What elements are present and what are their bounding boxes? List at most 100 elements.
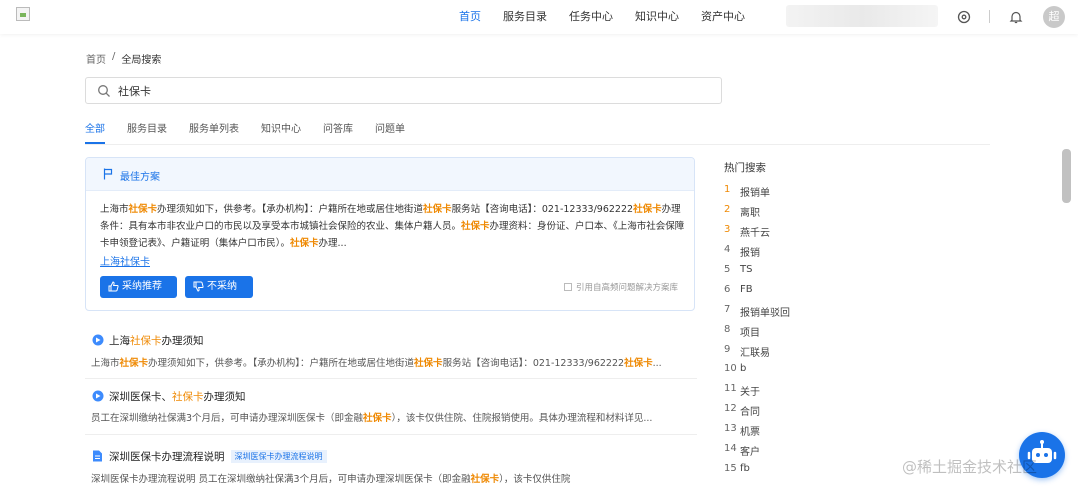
result-description: 员工在深圳缴纳社保满3个月后，可申请办理深圳医保卡（即金融社保卡），该卡仅供住院… [91, 410, 691, 424]
category-tag: 深圳医保卡办理流程说明 [230, 450, 327, 463]
best-answer-text: 上海市社保卡办理须知如下，供参考。【承办机构】：户籍所在地或居住地街道社保卡服务… [100, 201, 685, 252]
text-run: 办理... [318, 238, 347, 249]
hot-search-item[interactable]: 10 b [724, 363, 984, 383]
best-answer-link-prefix: 上海 [100, 257, 120, 268]
hot-search-rank: 9 [724, 343, 731, 355]
search-input[interactable] [118, 83, 678, 99]
text-run: 办理须知如下，供参考。【承办机构】：户籍所在地或居住地街道 [157, 204, 424, 215]
top-navbar: 首页 服务目录 任务中心 知识中心 资产中心 超 [0, 0, 1078, 34]
keyword-highlight: 社保卡 [423, 204, 452, 215]
text-run: ），该卡仅供住院 [499, 474, 571, 485]
tab-all[interactable]: 全部 [85, 122, 105, 144]
hot-search-rank: 2 [724, 203, 731, 215]
hot-search-rank: 8 [724, 323, 731, 335]
hot-search-item[interactable]: 13 机票 [724, 423, 984, 443]
keyword-highlight: 社保卡 [119, 358, 149, 369]
hot-search-item[interactable]: 8 项目 [724, 324, 984, 344]
hot-search-label: TS [740, 263, 753, 275]
hot-search-rank: 12 [724, 403, 737, 415]
text-run: 员工在深圳缴纳社保满3个月后，可申请办理深圳医保卡（即金融 [91, 413, 364, 424]
text-run: 服务站【咨询电话】：021-12333/962222 [451, 204, 634, 215]
breadcrumb-home[interactable]: 首页 [86, 51, 106, 66]
keyword-highlight: 社保卡 [624, 358, 653, 369]
nav-item-knowledge-center[interactable]: 知识中心 [624, 0, 690, 34]
nav-item-task-center[interactable]: 任务中心 [558, 0, 624, 34]
nav-item-service-catalog[interactable]: 服务目录 [492, 0, 558, 34]
result-title-text: 深圳医保卡办理流程说明 [109, 451, 225, 463]
blurred-region [786, 5, 938, 27]
result-item[interactable]: 上海社保卡办理须知 上海市社保卡办理须知如下，供参考。【承办机构】：户籍所在地或… [85, 326, 697, 379]
hot-search-panel: 热门搜索 1 报销单 2 离职 3 燕千云 4 报销 5 TS 6 FB 7 报销单驳回 8 项目 9 汇联易 10… [724, 160, 984, 483]
avatar[interactable]: 超 [1043, 6, 1065, 28]
hot-search-item[interactable]: 9 汇联易 [724, 344, 984, 364]
breadcrumb-separator: / [112, 51, 116, 62]
hot-search-item[interactable]: 4 报销 [724, 244, 984, 264]
hot-search-item[interactable]: 7 报销单驳回 [724, 304, 984, 324]
hot-search-item[interactable]: 2 离职 [724, 204, 984, 224]
hot-search-item[interactable]: 6 FB [724, 284, 984, 304]
hot-search-label: 报销单 [740, 188, 770, 199]
keyword-highlight: 社保卡 [290, 238, 319, 249]
reject-button[interactable]: 不采纳 [185, 276, 253, 298]
citation-note: 引用自高频问题解决方案库 [564, 281, 678, 293]
document-icon [93, 450, 102, 462]
hot-search-item[interactable]: 12 合同 [724, 403, 984, 423]
keyword-highlight: 社保卡 [128, 204, 158, 215]
result-description: 深圳医保卡办理流程说明 员工在深圳缴纳社保满3个月后，可申请办理深圳医保卡（即金… [91, 471, 691, 485]
text-run: 办理须知如下，供参考。【承办机构】：户籍所在地或居住地街道 [148, 358, 415, 369]
tab-service-catalog[interactable]: 服务目录 [127, 122, 167, 144]
hot-search-rank: 6 [724, 283, 731, 295]
text-run: 上海市 [100, 204, 129, 215]
tabs-divider [85, 144, 990, 145]
best-answer-header: 最佳方案 [86, 158, 694, 191]
result-description: 上海市社保卡办理须知如下，供参考。【承办机构】：户籍所在地或居住地街道社保卡服务… [91, 355, 691, 369]
keyword-highlight: 社保卡 [633, 204, 662, 215]
result-item[interactable]: 深圳医保卡、社保卡办理须知 员工在深圳缴纳社保满3个月后，可申请办理深圳医保卡（… [85, 383, 697, 435]
tab-service-order-list[interactable]: 服务单列表 [189, 122, 239, 144]
nav-item-asset-center[interactable]: 资产中心 [690, 0, 756, 34]
keyword-highlight: 社保卡 [130, 335, 162, 347]
hot-search-label: 报销 [740, 247, 760, 259]
settings-icon[interactable] [956, 9, 972, 25]
text-run: 上海 [109, 335, 130, 347]
nav-divider [989, 10, 990, 23]
hot-search-item[interactable]: 3 燕千云 [724, 224, 984, 244]
hot-search-rank: 10 [724, 363, 737, 375]
hot-search-item[interactable]: 1 报销单 [724, 184, 984, 204]
result-title[interactable]: 上海社保卡办理须知 [109, 333, 204, 348]
result-tabs: 全部 服务目录 服务单列表 知识中心 问答库 问题单 [85, 122, 695, 146]
hot-search-title: 热门搜索 [724, 162, 766, 174]
document-icon [564, 283, 572, 291]
bell-icon[interactable] [1008, 9, 1024, 25]
hot-search-item[interactable]: 5 TS [724, 264, 984, 284]
hot-search-label: fb [740, 463, 750, 475]
answer-badge-icon [92, 390, 104, 402]
keyword-highlight: 社保卡 [461, 221, 490, 232]
hot-search-label: b [740, 363, 747, 375]
hot-search-item[interactable]: 11 关于 [724, 383, 984, 403]
scrollbar-thumb[interactable] [1062, 149, 1071, 203]
result-title[interactable]: 深圳医保卡办理流程说明 深圳医保卡办理流程说明 [109, 449, 327, 464]
tab-knowledge-center[interactable]: 知识中心 [261, 122, 301, 144]
search-icon [98, 85, 110, 97]
hot-search-list: 1 报销单 2 离职 3 燕千云 4 报销 5 TS 6 FB 7 报销单驳回 8 项目 9 汇联易 10 b 11 关于… [724, 184, 984, 483]
tab-qa-library[interactable]: 问答库 [323, 122, 353, 144]
best-answer-link[interactable]: 上海社保卡 [100, 253, 150, 268]
tab-problem-order[interactable]: 问题单 [375, 122, 405, 144]
result-title[interactable]: 深圳医保卡、社保卡办理须知 [109, 389, 246, 404]
breadcrumb: 首页 / 全局搜索 [86, 51, 161, 66]
main-nav: 首页 服务目录 任务中心 知识中心 资产中心 [448, 0, 756, 34]
hot-search-rank: 5 [724, 263, 731, 275]
hot-search-rank: 7 [724, 303, 731, 315]
thumbs-down-icon [193, 281, 204, 292]
result-item[interactable]: 深圳医保卡办理流程说明 深圳医保卡办理流程说明 深圳医保卡办理流程说明 员工在深圳… [85, 442, 697, 493]
hot-search-label: 汇联易 [740, 347, 770, 359]
hot-search-label: 项目 [740, 327, 760, 339]
nav-item-home[interactable]: 首页 [448, 0, 492, 34]
citation-text: 引用自高频问题解决方案库 [576, 283, 679, 293]
thumbs-up-icon [108, 281, 119, 292]
hot-search-label: FB [740, 283, 753, 295]
breadcrumb-current: 全局搜索 [121, 55, 162, 66]
adopt-recommend-button[interactable]: 采纳推荐 [100, 276, 177, 298]
logo-image-icon[interactable] [16, 7, 30, 21]
